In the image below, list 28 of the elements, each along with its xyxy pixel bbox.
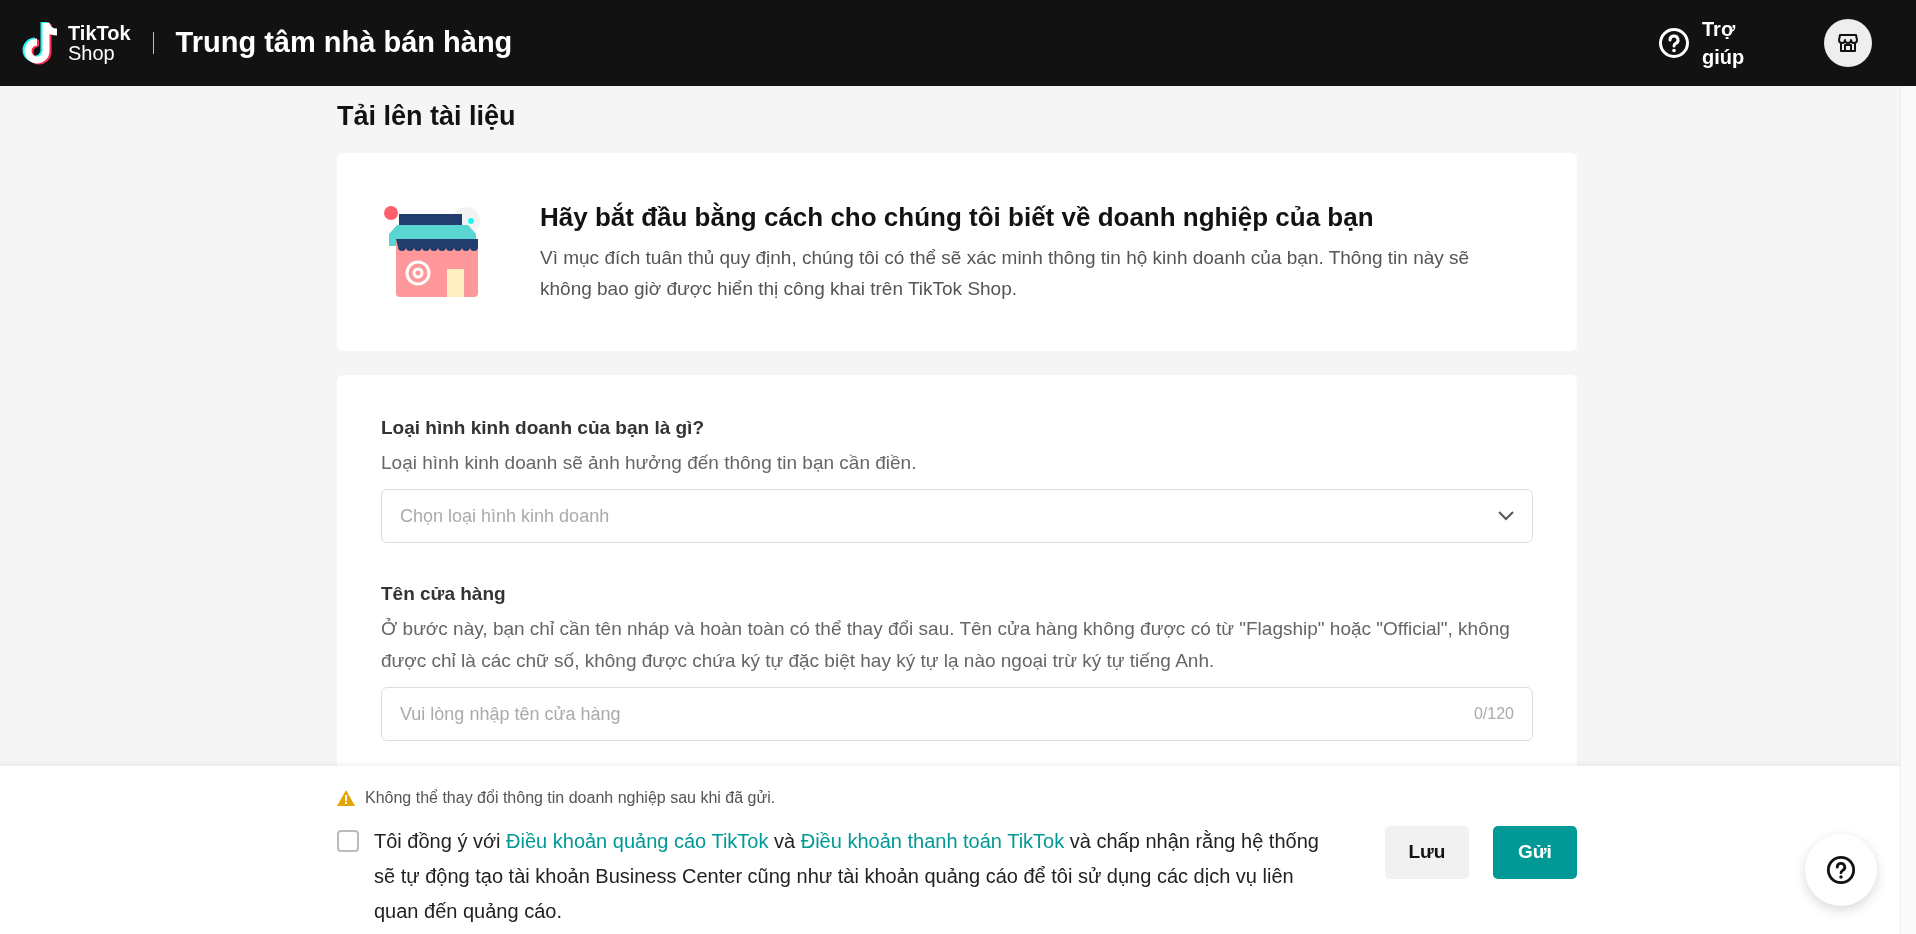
warning-text: Không thể thay đổi thông tin doanh nghiệp sau khi đã gửi. [365,788,776,808]
logo-text: Shop [68,43,116,63]
agreement-text: Tôi đồng ý với Điều khoản quảng cáo TikTok và Điều khoản thanh toán TikTok và chấp nhận rằng hệ thống sẽ tự động tạo tài khoản Business Center cũng như tài khoản quảng cáo để tôi sử dụng các dịch vụ liên quan đến quảng cáo. [374,829,1320,924]
scrollbar-track[interactable] [1900,86,1916,934]
logo-text: TikTok [68,23,131,43]
intro-description: Vì mục đích tuân thủ quy định, chúng tôi có thể sẽ xác minh thông tin hộ kinh doanh của bạn. Thông tin này sẽ không bao giờ được hiển thị công khai trên TikTok Shop. [540,246,1471,301]
field-label: Tên cửa hàng [381,582,507,606]
intro-heading: Hãy bắt đầu bằng cách cho chúng tôi biết về doanh nghiệp của bạn [540,201,1375,234]
help-link[interactable]: Trợ giúp [1658,15,1752,71]
help-icon [1658,27,1690,59]
agreement-checkbox[interactable] [337,830,359,852]
business-type-dropdown[interactable]: Chọn loại hình kinh doanh [381,489,1533,543]
terms-link[interactable]: Điều khoản quảng cáo TikTok [506,830,769,852]
save-button[interactable]: Lưu [1385,826,1469,879]
warning-icon [337,790,355,806]
page-title: Tải lên tài liệu [337,100,517,133]
terms-link[interactable]: Điều khoản thanh toán TikTok [800,830,1065,852]
submit-button[interactable]: Gửi [1493,826,1577,879]
store-name-input[interactable]: Vui lòng nhập tên cửa hàng 0/120 [381,687,1533,741]
field-hint: Loại hình kinh doanh sẽ ảnh hưởng đến thông tin bạn cần điền. [381,451,918,475]
character-counter: 0/120 [1473,704,1514,724]
field-hint: Ở bước này, bạn chỉ cần tên nháp và hoàn toàn có thể thay đổi sau. Tên cửa hàng không được có từ "Flagship" hoặc "Official", không được chỉ là các chữ số, không được chứa ký tự đặc biệt hay ký tự lạ nào ngoại trừ ký tự tiếng Anh. [381,617,1511,673]
help-icon [1826,855,1856,885]
chevron-down-icon [1498,511,1514,521]
app-title: Trung tâm nhà bán hàng [175,25,513,61]
store-icon [1836,31,1860,55]
shop-avatar-button[interactable] [1824,19,1872,67]
field-label: Loại hình kinh doanh của bạn là gì? [381,416,705,440]
